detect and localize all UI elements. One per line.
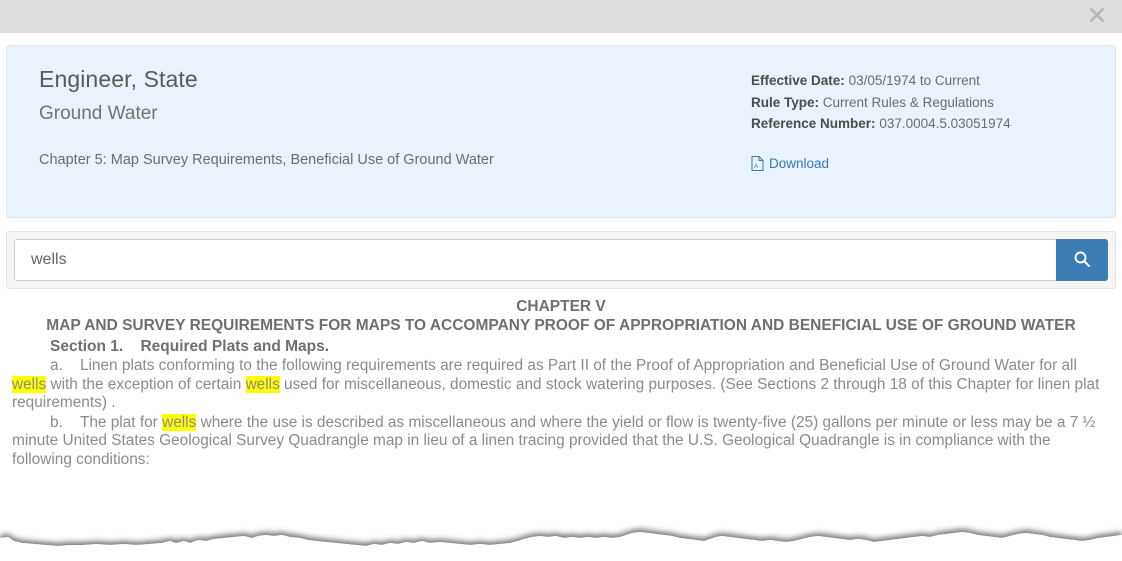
chapter-title: MAP AND SURVEY REQUIREMENTS FOR MAPS TO … [46,316,1076,334]
document-viewer-window: ✕ Engineer, State Ground Water Chapter 5… [0,0,1122,561]
metadata-label: Rule Type: [751,94,820,110]
metadata-label: Effective Date: [751,73,845,88]
svg-text:A: A [754,163,759,170]
metadata-reference-number: Reference Number: 037.0004.5.03051974 [751,113,1011,135]
search-highlight: wells [245,375,280,393]
paragraph-marker: b. [50,413,63,431]
metadata-value: 037.0004.5.03051974 [879,116,1011,131]
window-top-bar: ✕ [0,0,1122,33]
paragraph-a-text: Linen plats conforming to the following … [12,357,1100,412]
page-title: Engineer, State [39,66,198,92]
search-input[interactable] [14,239,1056,281]
metadata-value: 03/05/1974 to Current [848,73,980,88]
document-subtitle: Ground Water [39,103,158,124]
paragraph-a: a. Linen plats conforming to the followi… [12,357,1110,413]
download-link-label: Download [769,155,830,171]
document-chapter-label: Chapter 5: Map Survey Requirements, Bene… [39,152,494,168]
document-content: CHAPTER V MAP AND SURVEY REQUIREMENTS FO… [0,298,1122,513]
metadata-label: Reference Number: [751,116,876,131]
chapter-heading: CHAPTER V [516,298,606,315]
search-highlight: wells [162,413,197,431]
document-header-left: Engineer, State Ground Water Chapter 5: … [39,66,494,168]
metadata-value: Current Rules & Regulations [822,94,994,110]
metadata-effective-date: Effective Date: 03/05/1974 to Current [751,70,1011,92]
document-header-card: Engineer, State Ground Water Chapter 5: … [6,45,1116,218]
close-icon[interactable]: ✕ [1080,0,1114,33]
search-highlight: wells [12,375,47,393]
download-link[interactable]: A Download [751,153,829,175]
pdf-file-icon: A [751,155,764,171]
paragraph-marker: a. [50,357,63,374]
search-button[interactable] [1056,239,1108,281]
document-metadata: Effective Date: 03/05/1974 to Current Ru… [751,70,1011,177]
section-heading: Section 1. Required Plats and Maps. [50,338,330,355]
search-bar [6,231,1116,289]
paragraph-b: b. The plat for wells where the use is d… [12,413,1110,470]
search-icon [1073,250,1091,271]
metadata-rule-type: Rule Type: Current Rules & Regulations [751,92,1011,114]
paragraph-b-text: The plat for wells where the use is desc… [12,413,1096,468]
